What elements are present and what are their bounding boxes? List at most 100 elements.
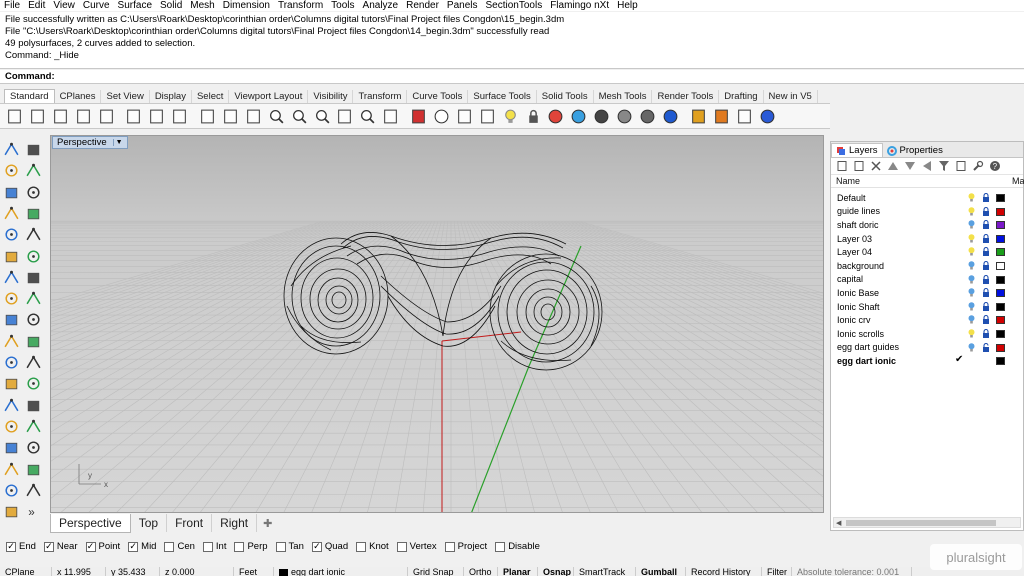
- menu-sectiontools[interactable]: SectionTools: [482, 0, 547, 11]
- layer-lock-icon[interactable]: [982, 260, 990, 270]
- status-planar[interactable]: Planar: [498, 567, 538, 576]
- fillet-tool[interactable]: [23, 224, 44, 245]
- lock-button[interactable]: [523, 106, 544, 127]
- help-button[interactable]: ?: [988, 159, 1002, 173]
- move-up-button[interactable]: [886, 159, 900, 173]
- help-button[interactable]: [757, 106, 778, 127]
- layer-row[interactable]: Layer 04: [831, 245, 1023, 259]
- tab-properties[interactable]: Properties: [883, 144, 947, 157]
- menu-surface[interactable]: Surface: [114, 0, 156, 11]
- explode-tool[interactable]: [23, 309, 44, 330]
- cut-button[interactable]: [123, 106, 144, 127]
- layer-name[interactable]: Layer 03: [837, 234, 957, 244]
- render-sphere-button[interactable]: [591, 106, 612, 127]
- dimension-tool[interactable]: [1, 416, 22, 437]
- menu-analyze[interactable]: Analyze: [359, 0, 403, 11]
- menu-view[interactable]: View: [49, 0, 79, 11]
- blue-sphere-button[interactable]: [660, 106, 681, 127]
- layers-horizontal-scrollbar[interactable]: ◀: [833, 517, 1021, 528]
- tools-button[interactable]: [971, 159, 985, 173]
- torus-tool[interactable]: [23, 288, 44, 309]
- zoom-selected-button[interactable]: [312, 106, 333, 127]
- rotate-tool[interactable]: [23, 437, 44, 458]
- layer-name[interactable]: Ionic crv: [837, 315, 957, 325]
- layer-visible-bulb-icon[interactable]: [968, 247, 975, 256]
- layer-color-swatch[interactable]: [996, 357, 1005, 366]
- menu-curve[interactable]: Curve: [79, 0, 114, 11]
- layer-color-swatch[interactable]: [996, 261, 1005, 270]
- toolbar-tab-transform[interactable]: Transform: [353, 90, 408, 103]
- print-button[interactable]: [73, 106, 94, 127]
- osnap-near[interactable]: ✓ Near: [43, 541, 78, 552]
- tab-layers[interactable]: Layers: [831, 143, 883, 157]
- layer-color-swatch[interactable]: [996, 234, 1005, 243]
- layer-row[interactable]: capital: [831, 273, 1023, 287]
- layer-name[interactable]: shaft doric: [837, 220, 957, 230]
- undo-button[interactable]: [197, 106, 218, 127]
- osnap-near-checkbox[interactable]: ✓: [43, 541, 54, 552]
- menu-dimension[interactable]: Dimension: [219, 0, 274, 11]
- osnap-cen[interactable]: Cen: [164, 541, 195, 552]
- solid-tools-tool[interactable]: [1, 501, 22, 522]
- layer-visible-bulb-icon[interactable]: [968, 288, 975, 297]
- split-tool[interactable]: [23, 395, 44, 416]
- osnap-quad-checkbox[interactable]: ✓: [311, 541, 322, 552]
- osnap-disable-checkbox[interactable]: [495, 541, 506, 552]
- polyline-tool[interactable]: [1, 160, 22, 181]
- layer-name[interactable]: egg dart ionic: [837, 356, 957, 366]
- toolbar-tab-viewport-layout[interactable]: Viewport Layout: [229, 90, 309, 103]
- save-button[interactable]: [50, 106, 71, 127]
- surface-tool[interactable]: [1, 246, 22, 267]
- osnap-tan[interactable]: Tan: [275, 541, 304, 552]
- layer-name[interactable]: background: [837, 261, 957, 271]
- toolbar-tab-drafting[interactable]: Drafting: [719, 90, 764, 103]
- layer-lock-icon[interactable]: [982, 342, 990, 352]
- layer-row[interactable]: Layer 03: [831, 232, 1023, 246]
- new-file-button[interactable]: [4, 106, 25, 127]
- car-button[interactable]: [408, 106, 429, 127]
- layer-visible-bulb-icon[interactable]: [968, 193, 975, 202]
- mirror-tool[interactable]: [23, 459, 44, 480]
- import-button[interactable]: [96, 106, 117, 127]
- toolbar-tab-mesh-tools[interactable]: Mesh Tools: [594, 90, 653, 103]
- osnap-tan-checkbox[interactable]: [275, 541, 286, 552]
- status-grid-snap[interactable]: Grid Snap: [408, 567, 464, 576]
- layer-lock-icon[interactable]: [982, 288, 990, 298]
- select-tool[interactable]: [1, 139, 22, 160]
- viewport-tab-top[interactable]: Top: [131, 514, 168, 532]
- osnap-mid-checkbox[interactable]: ✓: [128, 541, 139, 552]
- layer-row[interactable]: Ionic crv: [831, 313, 1023, 327]
- layer-color-swatch[interactable]: [996, 275, 1005, 284]
- add-viewport-icon[interactable]: ✚: [257, 517, 278, 530]
- copy-button[interactable]: [146, 106, 167, 127]
- layout-tool[interactable]: [23, 352, 44, 373]
- layer-lock-icon[interactable]: [982, 206, 990, 216]
- layer-lock-icon[interactable]: [982, 274, 990, 284]
- rotate-view-button[interactable]: [334, 106, 355, 127]
- arc-tool[interactable]: [23, 182, 44, 203]
- layer-row[interactable]: Ionic Shaft: [831, 300, 1023, 314]
- scroll-left-icon[interactable]: ◀: [836, 519, 841, 527]
- cylinder-tool[interactable]: [1, 288, 22, 309]
- osnap-int-checkbox[interactable]: [202, 541, 213, 552]
- layer-row[interactable]: egg dart ionic ✔: [831, 354, 1023, 368]
- layer-row[interactable]: Default: [831, 191, 1023, 205]
- layer-visible-bulb-icon[interactable]: [968, 315, 975, 324]
- layer-name[interactable]: guide lines: [837, 206, 957, 216]
- layer-color-swatch[interactable]: [996, 302, 1005, 311]
- expand-tool[interactable]: »: [23, 501, 44, 522]
- light-bulb-button[interactable]: [500, 106, 521, 127]
- layer-row[interactable]: egg dart guides: [831, 341, 1023, 355]
- layer-row[interactable]: Ionic Base: [831, 286, 1023, 300]
- layer-visible-bulb-icon[interactable]: [968, 329, 975, 338]
- new-layer-button[interactable]: [835, 159, 849, 173]
- layer-name[interactable]: Ionic scrolls: [837, 329, 957, 339]
- osnap-knot-checkbox[interactable]: [356, 541, 367, 552]
- scrollbar-thumb[interactable]: [846, 520, 996, 526]
- osnap-end-checkbox[interactable]: ✓: [6, 541, 16, 552]
- status-record-history[interactable]: Record History: [686, 567, 762, 576]
- layer-color-swatch[interactable]: [996, 343, 1005, 352]
- layer-lock-icon[interactable]: [982, 301, 990, 311]
- layer-color-swatch[interactable]: [996, 248, 1005, 257]
- layer-visible-bulb-icon[interactable]: [968, 342, 975, 352]
